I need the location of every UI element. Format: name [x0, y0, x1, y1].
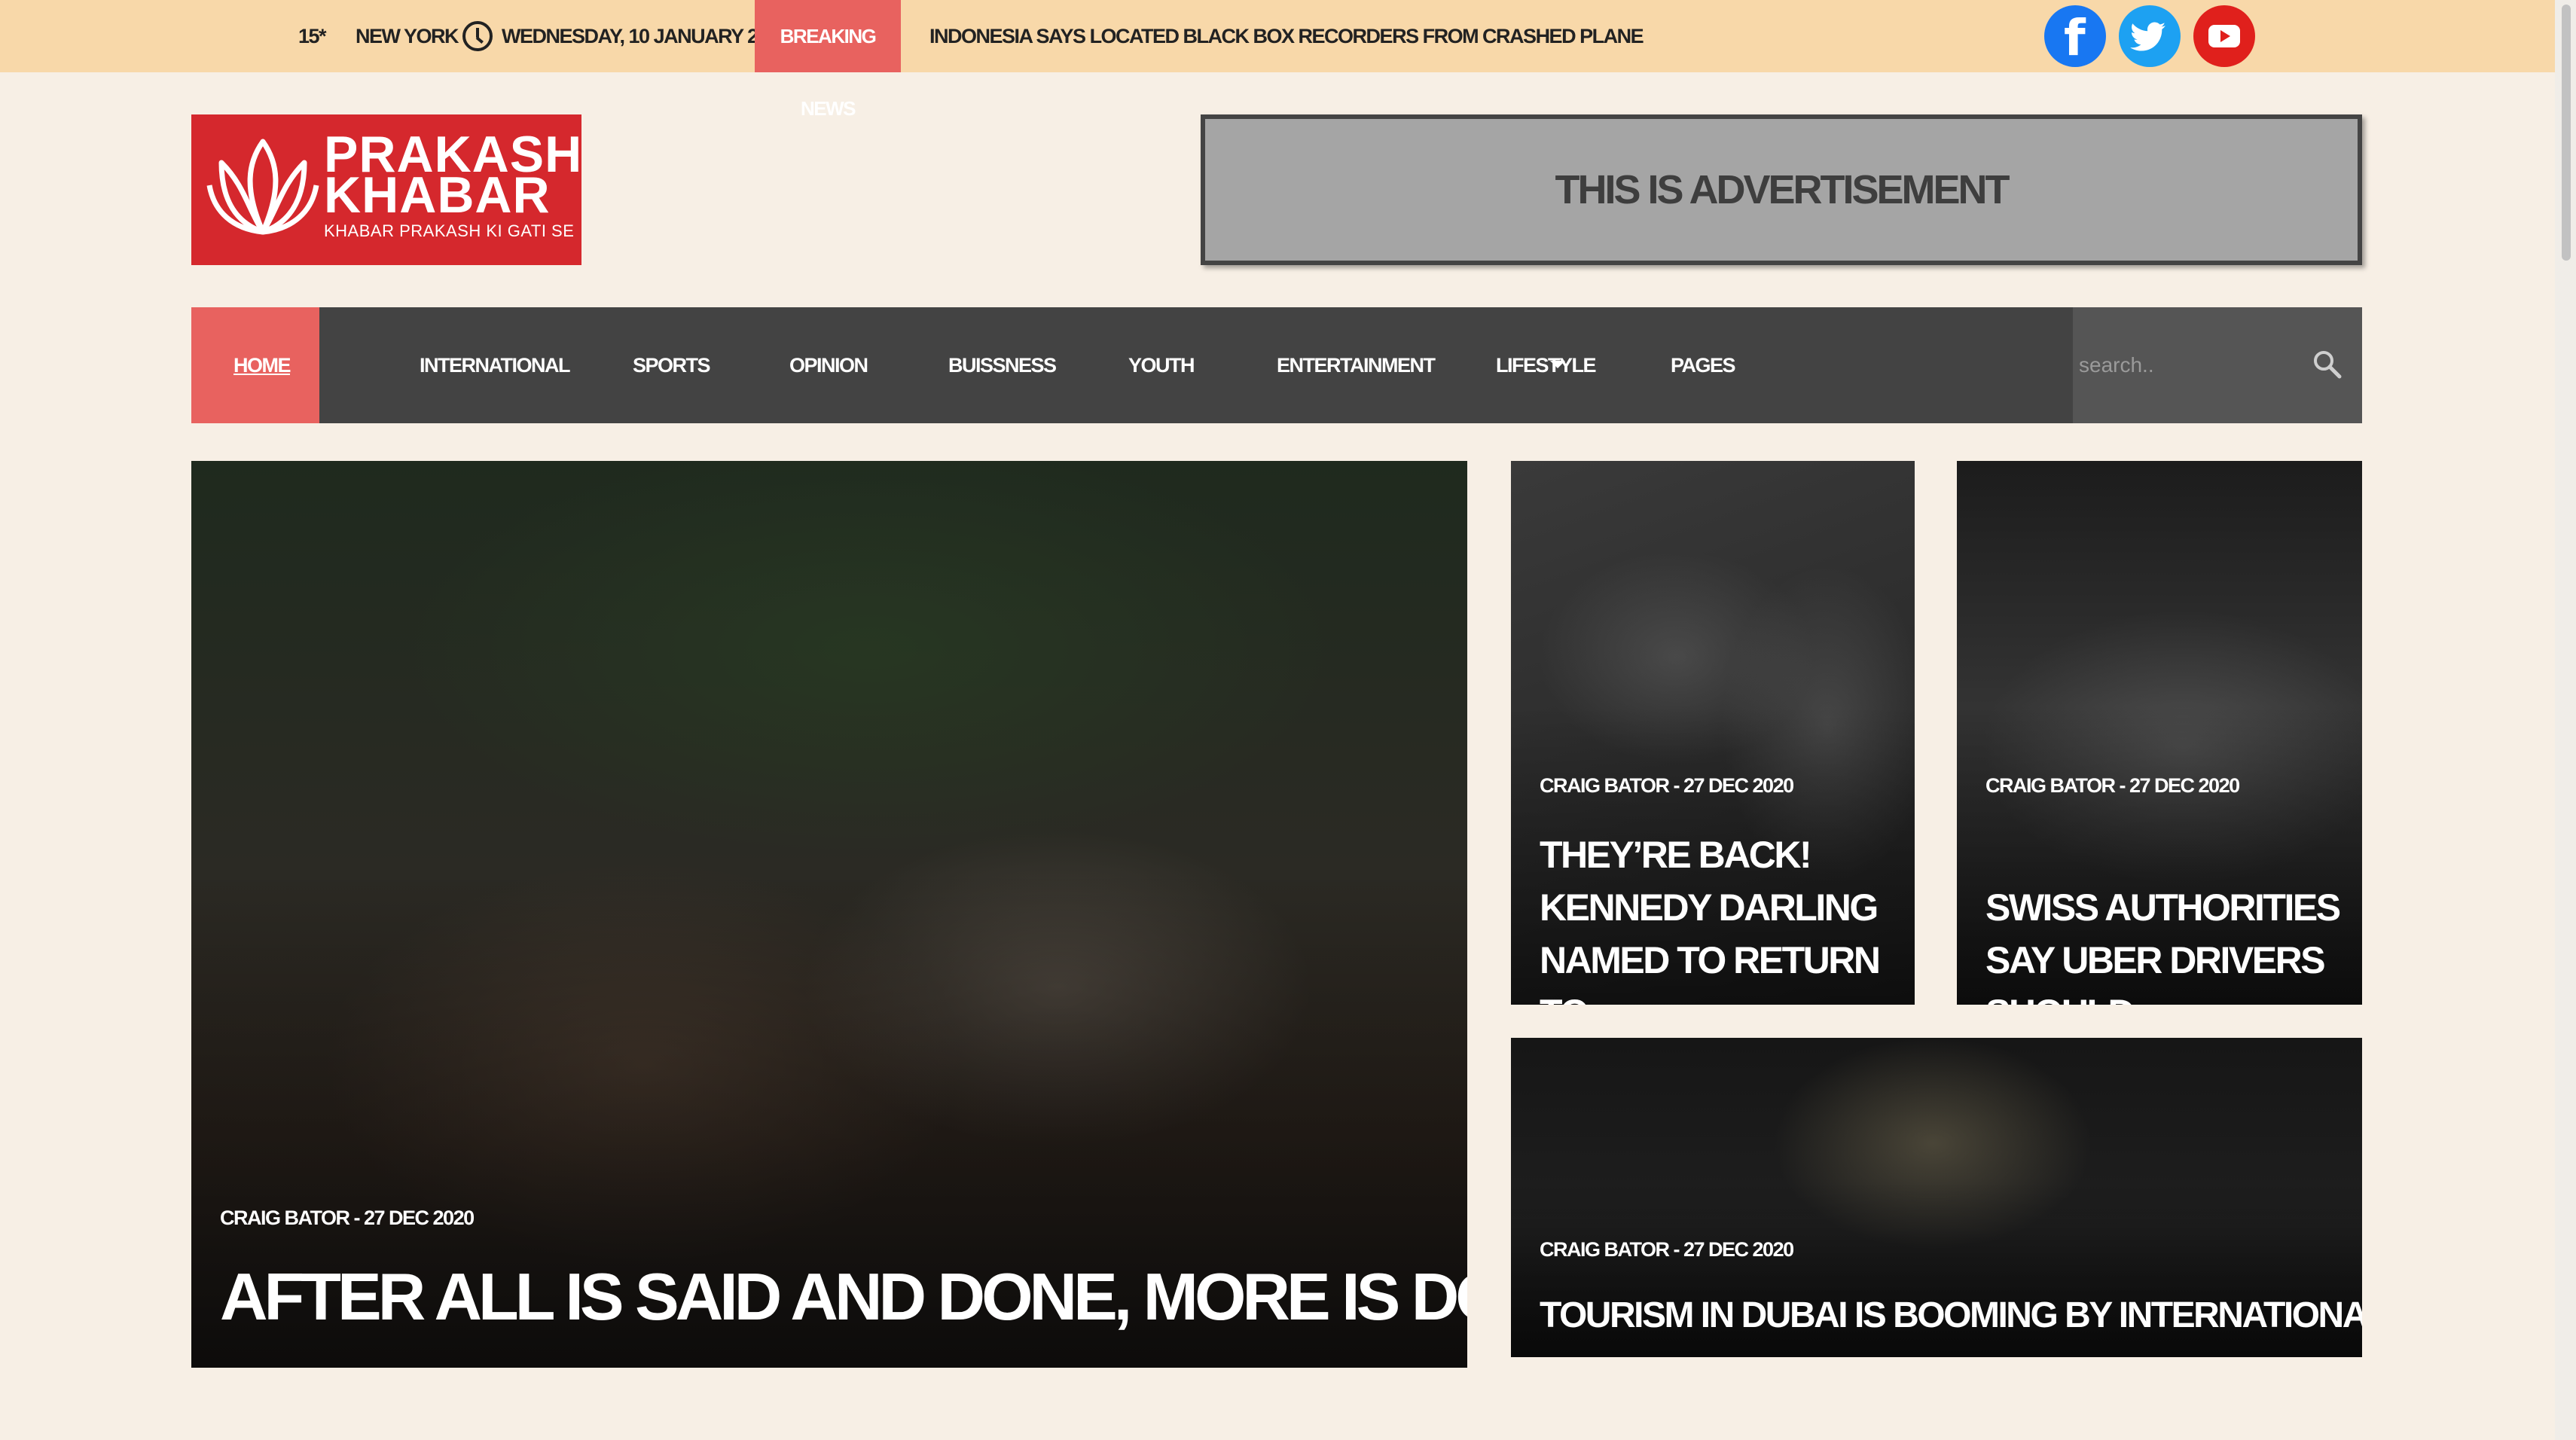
- scrollbar-thumb[interactable]: [2562, 5, 2571, 261]
- lotus-icon: [206, 139, 319, 235]
- nav-item-buissness[interactable]: BUISSNESS: [948, 307, 1057, 423]
- nav-item-international[interactable]: INTERNATIONAL: [420, 307, 570, 423]
- article-headline[interactable]: AFTER ALL IS SAID AND DONE, MORE IS DONE: [220, 1259, 1467, 1335]
- logo-tagline: KHABAR PRAKASH KI GATI SE: [324, 221, 575, 240]
- page-scrollbar[interactable]: [2555, 0, 2576, 1440]
- nav-item-sports[interactable]: SPORTS: [633, 307, 711, 423]
- site-logo[interactable]: PRAKASH KHABAR KHABAR PRAKASH KI GATI SE: [191, 114, 581, 265]
- facebook-icon[interactable]: f: [2044, 5, 2106, 67]
- article-card[interactable]: CRAIG BATOR - 27 DEC 2020 THEY’RE BACK! …: [1511, 461, 1915, 1005]
- twitter-icon[interactable]: [2119, 5, 2181, 67]
- article-card[interactable]: CRAIG BATOR - 27 DEC 2020 TOURISM IN DUB…: [1511, 1038, 2362, 1357]
- article-headline[interactable]: THEY’RE BACK! KENNEDY DARLING NAMED TO R…: [1540, 828, 1901, 1005]
- nav-item-home[interactable]: HOME: [191, 307, 319, 423]
- search-icon[interactable]: [2312, 349, 2343, 380]
- nav-item-youth[interactable]: YOUTH: [1128, 307, 1195, 423]
- breaking-news-badge: BREAKING NEWS: [755, 0, 901, 120]
- featured-article-card[interactable]: CRAIG BATOR - 27 DEC 2020 AFTER ALL IS S…: [191, 461, 1467, 1368]
- article-headline[interactable]: TOURISM IN DUBAI IS BOOMING BY INTERNATI…: [1540, 1289, 2362, 1342]
- article-meta: CRAIG BATOR - 27 DEC 2020: [1540, 774, 1794, 797]
- search-input[interactable]: [2079, 340, 2305, 390]
- youtube-icon[interactable]: [2193, 5, 2255, 67]
- pages-dropdown-icon[interactable]: [1550, 361, 1565, 368]
- top-bar: 15* NEW YORK WEDNESDAY, 10 JANUARY 2021 …: [0, 0, 2555, 120]
- logo-line-2: KHABAR: [324, 166, 551, 224]
- breaking-news-headline[interactable]: INDONESIA SAYS LOCATED BLACK BOX RECORDE…: [929, 0, 1644, 72]
- nav-item-opinion[interactable]: OPINION: [789, 307, 868, 423]
- nav-item-lifestyle[interactable]: LIFESTYLE: [1496, 307, 1597, 423]
- article-headline[interactable]: SWISS AUTHORITIES SAY UBER DRIVERS SHOUL…: [1985, 881, 2347, 1005]
- temperature: 15*: [298, 25, 327, 47]
- article-meta: CRAIG BATOR - 27 DEC 2020: [1985, 774, 2240, 797]
- article-meta: CRAIG BATOR - 27 DEC 2020: [1540, 1238, 1794, 1261]
- nav-item-pages[interactable]: PAGES: [1671, 307, 1736, 423]
- main-navigation: HOME INTERNATIONAL SPORTS OPINION BUISSN…: [191, 307, 2362, 423]
- city: NEW YORK: [356, 25, 459, 47]
- nav-item-entertainment[interactable]: ENTERTAINMENT: [1277, 307, 1436, 423]
- article-card[interactable]: CRAIG BATOR - 27 DEC 2020 SWISS AUTHORIT…: [1957, 461, 2362, 1005]
- article-meta: CRAIG BATOR - 27 DEC 2020: [220, 1207, 475, 1229]
- advertisement-banner[interactable]: THIS IS ADVERTISEMENT: [1201, 114, 2362, 265]
- clock-icon: [462, 21, 493, 51]
- current-date: WEDNESDAY, 10 JANUARY 2021: [502, 25, 789, 47]
- nav-home-label[interactable]: HOME: [233, 307, 291, 423]
- advertisement-text: THIS IS ADVERTISEMENT: [1555, 167, 2010, 212]
